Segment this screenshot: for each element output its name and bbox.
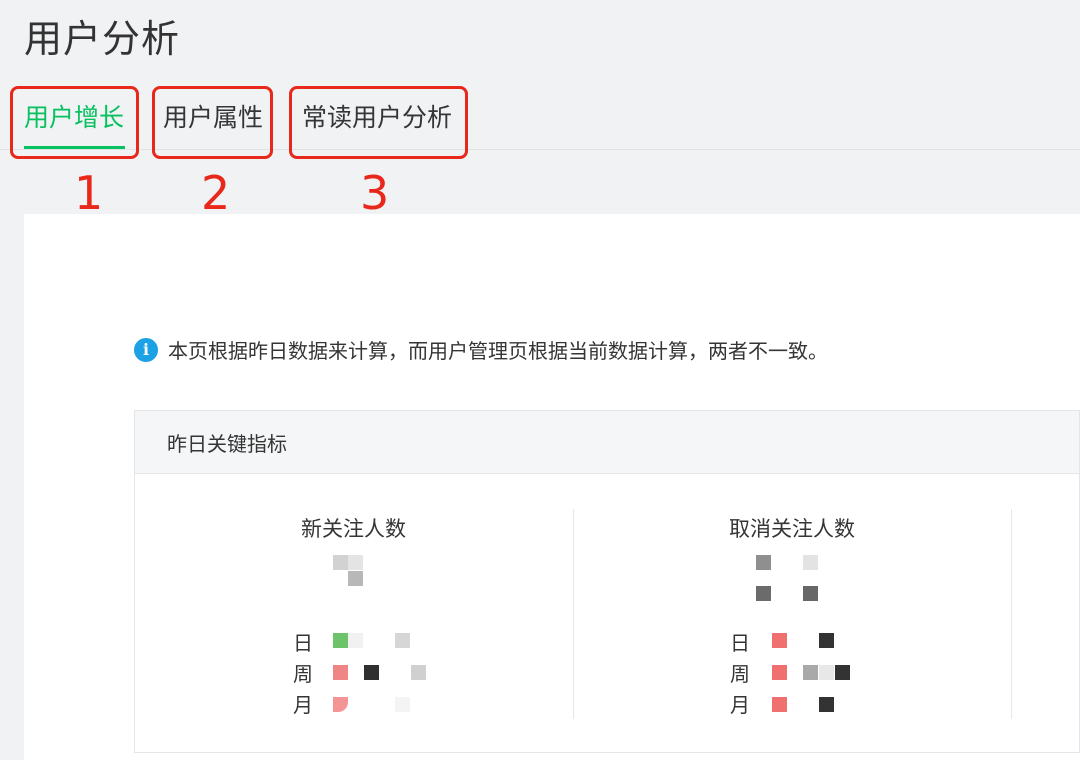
period-day-label: 日 bbox=[730, 631, 750, 655]
period-month-label: 月 bbox=[730, 693, 750, 717]
page-title: 用户分析 bbox=[24, 17, 181, 61]
metric-divider bbox=[1011, 509, 1012, 719]
key-metrics-header: 昨日关键指标 bbox=[135, 411, 1079, 474]
notice-text: 本页根据昨日数据来计算，而用户管理页根据当前数据计算，两者不一致。 bbox=[168, 339, 828, 363]
period-month-label: 月 bbox=[293, 693, 313, 717]
period-week-label: 周 bbox=[293, 662, 313, 686]
annotation-number-3: 3 bbox=[360, 166, 390, 220]
metric-title-unfollowers: 取消关注人数 bbox=[729, 517, 855, 541]
info-icon: i bbox=[134, 337, 158, 362]
annotation-box-2 bbox=[152, 86, 273, 159]
metric-title-new-followers: 新关注人数 bbox=[301, 517, 406, 541]
annotation-box-1 bbox=[10, 86, 139, 159]
period-day-label: 日 bbox=[293, 631, 313, 655]
period-week-label: 周 bbox=[730, 662, 750, 686]
annotation-box-3 bbox=[289, 86, 468, 159]
metric-divider bbox=[573, 509, 574, 719]
notice-bar: i 本页根据昨日数据来计算，而用户管理页根据当前数据计算，两者不一致。 bbox=[134, 335, 828, 364]
key-metrics-panel: 昨日关键指标 新关注人数 日 周 月 取消关注人数 日 周 月 bbox=[134, 410, 1080, 753]
annotation-number-1: 1 bbox=[74, 166, 104, 220]
annotation-number-2: 2 bbox=[201, 166, 231, 220]
